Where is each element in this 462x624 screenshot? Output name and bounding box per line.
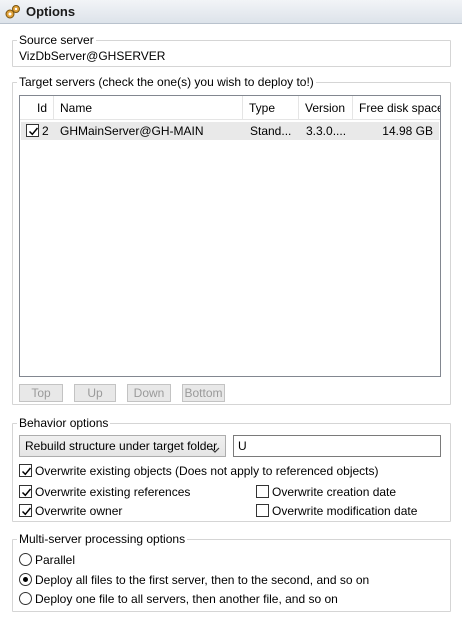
parallel-radio[interactable] xyxy=(19,553,32,566)
overwrite-objects-label: Overwrite existing objects (Does not app… xyxy=(35,464,379,478)
column-header-free-disk[interactable]: Free disk space xyxy=(353,96,440,120)
gears-icon xyxy=(5,4,21,20)
overwrite-owner-label: Overwrite owner xyxy=(35,504,123,518)
overwrite-modification-date-label: Overwrite modification date xyxy=(272,504,418,518)
move-down-button[interactable]: Down xyxy=(127,384,171,402)
file-by-file-label: Deploy one file to all servers, then ano… xyxy=(35,592,338,606)
file-by-file-radio[interactable] xyxy=(19,592,32,605)
dialog-title-bar: Options xyxy=(0,0,462,24)
overwrite-references-checkbox[interactable] xyxy=(19,485,32,498)
move-top-button[interactable]: Top xyxy=(19,384,63,402)
column-header-version[interactable]: Version xyxy=(299,96,353,120)
dialog-title: Options xyxy=(26,4,76,19)
column-header-type[interactable]: Type xyxy=(243,96,299,120)
cell-free-disk: 14.98 GB xyxy=(382,124,433,138)
move-up-button[interactable]: Up xyxy=(74,384,116,402)
overwrite-owner-checkbox[interactable] xyxy=(19,504,32,517)
target-servers-list[interactable]: Id Name Type Version Free disk space 2 G… xyxy=(19,95,441,377)
target-servers-legend: Target servers (check the one(s) you wis… xyxy=(19,75,314,89)
radio-selected-dot xyxy=(23,577,28,582)
overwrite-creation-date-label: Overwrite creation date xyxy=(272,485,397,499)
multiserver-options-legend: Multi-server processing options xyxy=(19,532,186,546)
checkmark-icon xyxy=(21,467,32,476)
cell-version: 3.3.0.... xyxy=(306,124,347,138)
checkmark-icon xyxy=(28,127,39,136)
structure-mode-value: Rebuild structure under target folder xyxy=(25,439,218,453)
checkmark-icon xyxy=(21,488,32,497)
move-bottom-button[interactable]: Bottom xyxy=(182,384,225,402)
overwrite-references-label: Overwrite existing references xyxy=(35,485,191,499)
chevron-down-icon xyxy=(210,441,220,461)
parallel-label: Parallel xyxy=(35,553,76,567)
overwrite-modification-date-checkbox[interactable] xyxy=(256,504,269,517)
sequential-servers-radio[interactable] xyxy=(19,573,32,586)
sequential-servers-label: Deploy all files to the first server, th… xyxy=(35,573,370,587)
source-server-value: VizDbServer@GHSERVER xyxy=(19,49,166,63)
column-header-id[interactable]: Id xyxy=(20,96,54,120)
structure-mode-select[interactable]: Rebuild structure under target folder xyxy=(19,435,226,457)
cell-type: Stand... xyxy=(250,124,292,138)
overwrite-objects-checkbox[interactable] xyxy=(19,464,32,477)
target-folder-input[interactable]: U xyxy=(233,435,441,457)
row-checkbox[interactable] xyxy=(26,124,39,137)
table-row[interactable]: 2 GHMainServer@GH-MAIN Stand... 3.3.0...… xyxy=(21,122,439,140)
overwrite-creation-date-checkbox[interactable] xyxy=(256,485,269,498)
cell-id: 2 xyxy=(42,124,49,138)
column-header-name[interactable]: Name xyxy=(54,96,243,120)
source-server-legend: Source server xyxy=(19,33,94,47)
checkmark-icon xyxy=(21,507,32,516)
behavior-options-legend: Behavior options xyxy=(19,416,109,430)
list-header: Id Name Type Version Free disk space xyxy=(20,96,440,120)
cell-name: GHMainServer@GH-MAIN xyxy=(60,124,204,138)
